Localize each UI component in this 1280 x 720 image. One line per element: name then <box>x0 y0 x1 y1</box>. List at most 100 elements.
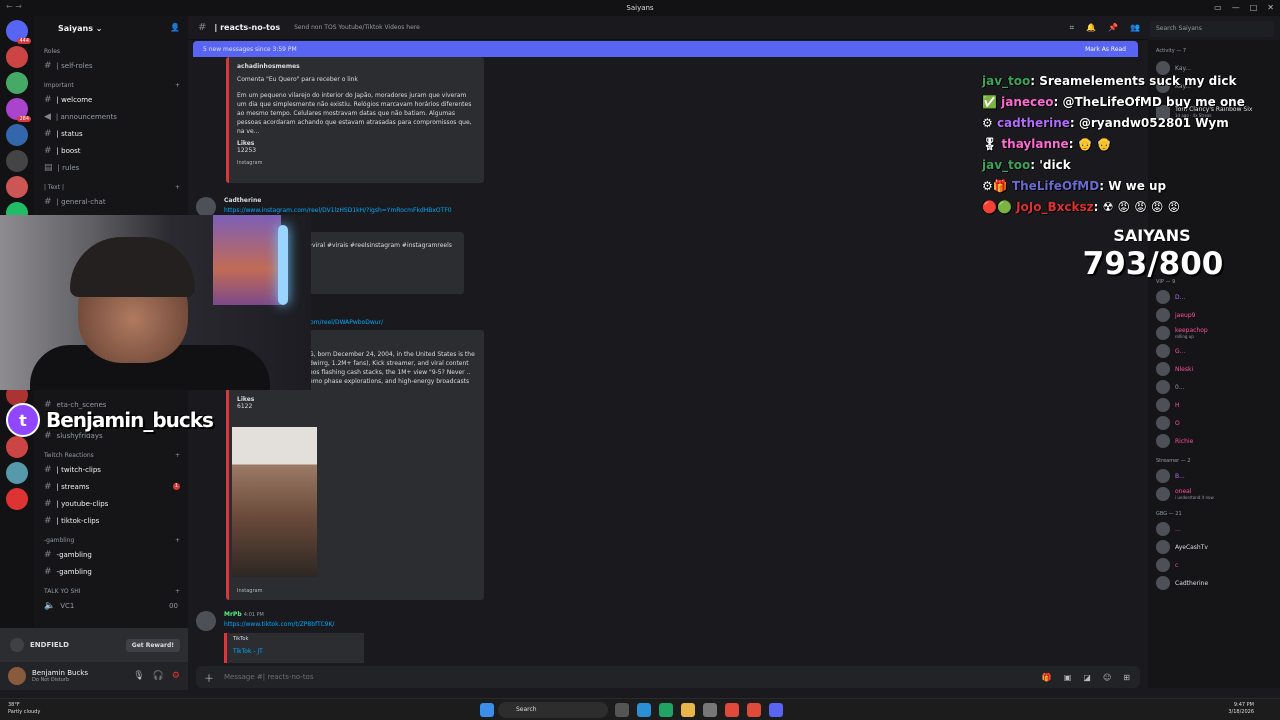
member-item[interactable]: B... <box>1148 467 1280 485</box>
back-icon[interactable]: ← → <box>6 2 22 11</box>
discord-icon[interactable] <box>769 703 783 717</box>
user-status: Do Not Disturb <box>32 677 70 683</box>
member-item[interactable]: H <box>1148 396 1280 414</box>
wall-poster <box>213 215 281 305</box>
server-icon[interactable] <box>6 176 28 198</box>
message-author[interactable]: Cadtherine <box>224 197 261 204</box>
member-item[interactable]: Richie <box>1148 432 1280 450</box>
member-item[interactable]: 0... <box>1148 378 1280 396</box>
get-reward-button[interactable]: Get Reward! <box>125 638 180 652</box>
channel-announcements[interactable]: ◀ | announcements <box>34 108 188 125</box>
emoji-icon[interactable]: ☺ <box>1103 673 1111 682</box>
channel-youtube-clips[interactable]: # | youtube-clips <box>34 495 188 512</box>
member-item[interactable]: keepachop rolling up <box>1148 324 1280 342</box>
member-item[interactable]: G... <box>1148 342 1280 360</box>
member-item[interactable]: O <box>1148 414 1280 432</box>
category-gambling[interactable]: -gambling + <box>34 529 188 546</box>
avatar[interactable] <box>8 667 26 685</box>
new-messages-bar[interactable]: 5 new messages since 3:59 PM Mark As Rea… <box>193 41 1138 57</box>
search-input[interactable]: Search Saiyans <box>1150 21 1274 37</box>
channel-welcome[interactable]: # | welcome <box>34 91 188 108</box>
threads-icon[interactable]: ⌗ <box>1070 23 1075 33</box>
avatar[interactable] <box>196 611 216 631</box>
server-header[interactable]: Saiyans ⌄ 👤 <box>34 16 188 40</box>
embed-author[interactable]: achadinhosmemes <box>237 63 476 70</box>
embed-source: Instagram <box>237 588 263 594</box>
channel-boost[interactable]: # | boost <box>34 142 188 159</box>
channel-rules[interactable]: ▤ | rules <box>34 159 188 176</box>
message-composer[interactable]: ＋ Message #| reacts-no-tos 🎁 ▣ ◪ ☺ ⊞ <box>196 666 1140 688</box>
member-item[interactable]: AyeCashTv <box>1148 538 1280 556</box>
server-icon[interactable]: 444 <box>6 20 31 44</box>
server-icon[interactable] <box>6 436 28 458</box>
channel-self-roles[interactable]: # | self-roles <box>34 57 188 74</box>
channel-twitch-clips[interactable]: # | twitch-clips <box>34 461 188 478</box>
close-icon[interactable]: ✕ <box>1267 3 1274 12</box>
chrome-icon[interactable] <box>747 703 761 717</box>
voice-channel-vc1[interactable]: 🔈 VC1 00 <box>34 597 188 614</box>
minimize-icon[interactable]: — <box>1232 3 1240 12</box>
members-icon[interactable]: 👥 <box>1130 23 1140 33</box>
channel-gambling-1[interactable]: # -gambling <box>34 546 188 563</box>
video-thumbnail[interactable] <box>232 427 317 577</box>
message-link[interactable]: om/reel/DWAPwboDwur/ <box>310 319 383 326</box>
embed-source: Instagram <box>237 160 263 166</box>
server-icon[interactable] <box>6 72 28 94</box>
edge-icon[interactable] <box>637 703 651 717</box>
start-icon[interactable] <box>480 703 494 717</box>
chrome-icon[interactable] <box>725 703 739 717</box>
settings-icon[interactable]: ⚙ <box>172 671 180 681</box>
channel-status[interactable]: # | status <box>34 125 188 142</box>
category-talk[interactable]: TALK YO SHI + <box>34 580 188 597</box>
member-item[interactable]: D... <box>1148 288 1280 306</box>
member-item[interactable]: Cadtherine <box>1148 574 1280 592</box>
message-link[interactable]: https://www.instagram.com/reel/DV1lzHSD1… <box>224 207 452 214</box>
avatar[interactable] <box>196 197 216 217</box>
channel-tiktok-clips[interactable]: # | tiktok-clips <box>34 512 188 529</box>
category-important[interactable]: Important + <box>34 74 188 91</box>
server-icon[interactable] <box>6 462 28 484</box>
channel-topic[interactable]: Send non TOS Youtube/Tiktok Videos here <box>294 24 420 31</box>
server-icon[interactable] <box>6 124 28 146</box>
category-text[interactable]: | Text | + <box>34 176 188 193</box>
server-icon[interactable]: 284 <box>6 98 31 122</box>
taskbar-search[interactable]: Search <box>498 702 608 718</box>
embed-title[interactable]: TikTok - JT <box>233 648 358 655</box>
member-item[interactable]: Nleski <box>1148 360 1280 378</box>
weather-widget[interactable]: 38°F Partly cloudy <box>8 702 40 716</box>
message-link[interactable]: https://www.tiktok.com/t/ZP8bfTC9K/ <box>224 621 334 628</box>
hash-icon: # <box>198 22 207 33</box>
clock[interactable]: 9:47 PM 3/18/2026 <box>1228 702 1254 716</box>
plus-icon[interactable]: ＋ <box>204 670 214 685</box>
add-member-icon[interactable]: 👤 <box>170 23 180 32</box>
server-icon[interactable] <box>6 488 28 510</box>
channel-gambling-2[interactable]: # -gambling <box>34 563 188 580</box>
category-roles[interactable]: Roles <box>34 40 188 57</box>
member-item[interactable]: oneal i understand it now <box>1148 485 1280 503</box>
folder-icon[interactable] <box>681 703 695 717</box>
settings-icon[interactable] <box>703 703 717 717</box>
member-item[interactable]: jaeup9 <box>1148 306 1280 324</box>
message-input[interactable]: Message #| reacts-no-tos <box>224 673 314 681</box>
message-author[interactable]: MrPb 4:01 PM <box>224 611 264 618</box>
sticker-icon[interactable]: ◪ <box>1083 673 1091 682</box>
bell-icon[interactable]: 🔔 <box>1086 23 1096 33</box>
category-twitch[interactable]: Twitch Reactions + <box>34 444 188 461</box>
inbox-icon[interactable]: ▭ <box>1214 3 1222 12</box>
server-icon[interactable] <box>6 46 28 68</box>
channel-general-chat[interactable]: # | general-chat <box>34 193 188 210</box>
explorer-icon[interactable] <box>615 703 629 717</box>
edge-icon[interactable] <box>659 703 673 717</box>
server-icon[interactable] <box>6 150 28 172</box>
headphones-icon[interactable]: 🎧 <box>153 671 164 681</box>
gift-icon[interactable]: 🎁 <box>1042 673 1052 682</box>
mark-as-read-button[interactable]: Mark As Read <box>1085 46 1126 53</box>
gif-icon[interactable]: ▣ <box>1064 673 1072 682</box>
maximize-icon[interactable]: □ <box>1250 3 1258 12</box>
apps-icon[interactable]: ⊞ <box>1123 673 1130 682</box>
member-item[interactable]: c <box>1148 556 1280 574</box>
channel-streams[interactable]: # | streams 1 <box>34 478 188 495</box>
mic-icon[interactable]: 🎙 <box>133 671 144 681</box>
pin-icon[interactable]: 📌 <box>1108 23 1118 33</box>
member-item[interactable]: ... <box>1148 520 1280 538</box>
